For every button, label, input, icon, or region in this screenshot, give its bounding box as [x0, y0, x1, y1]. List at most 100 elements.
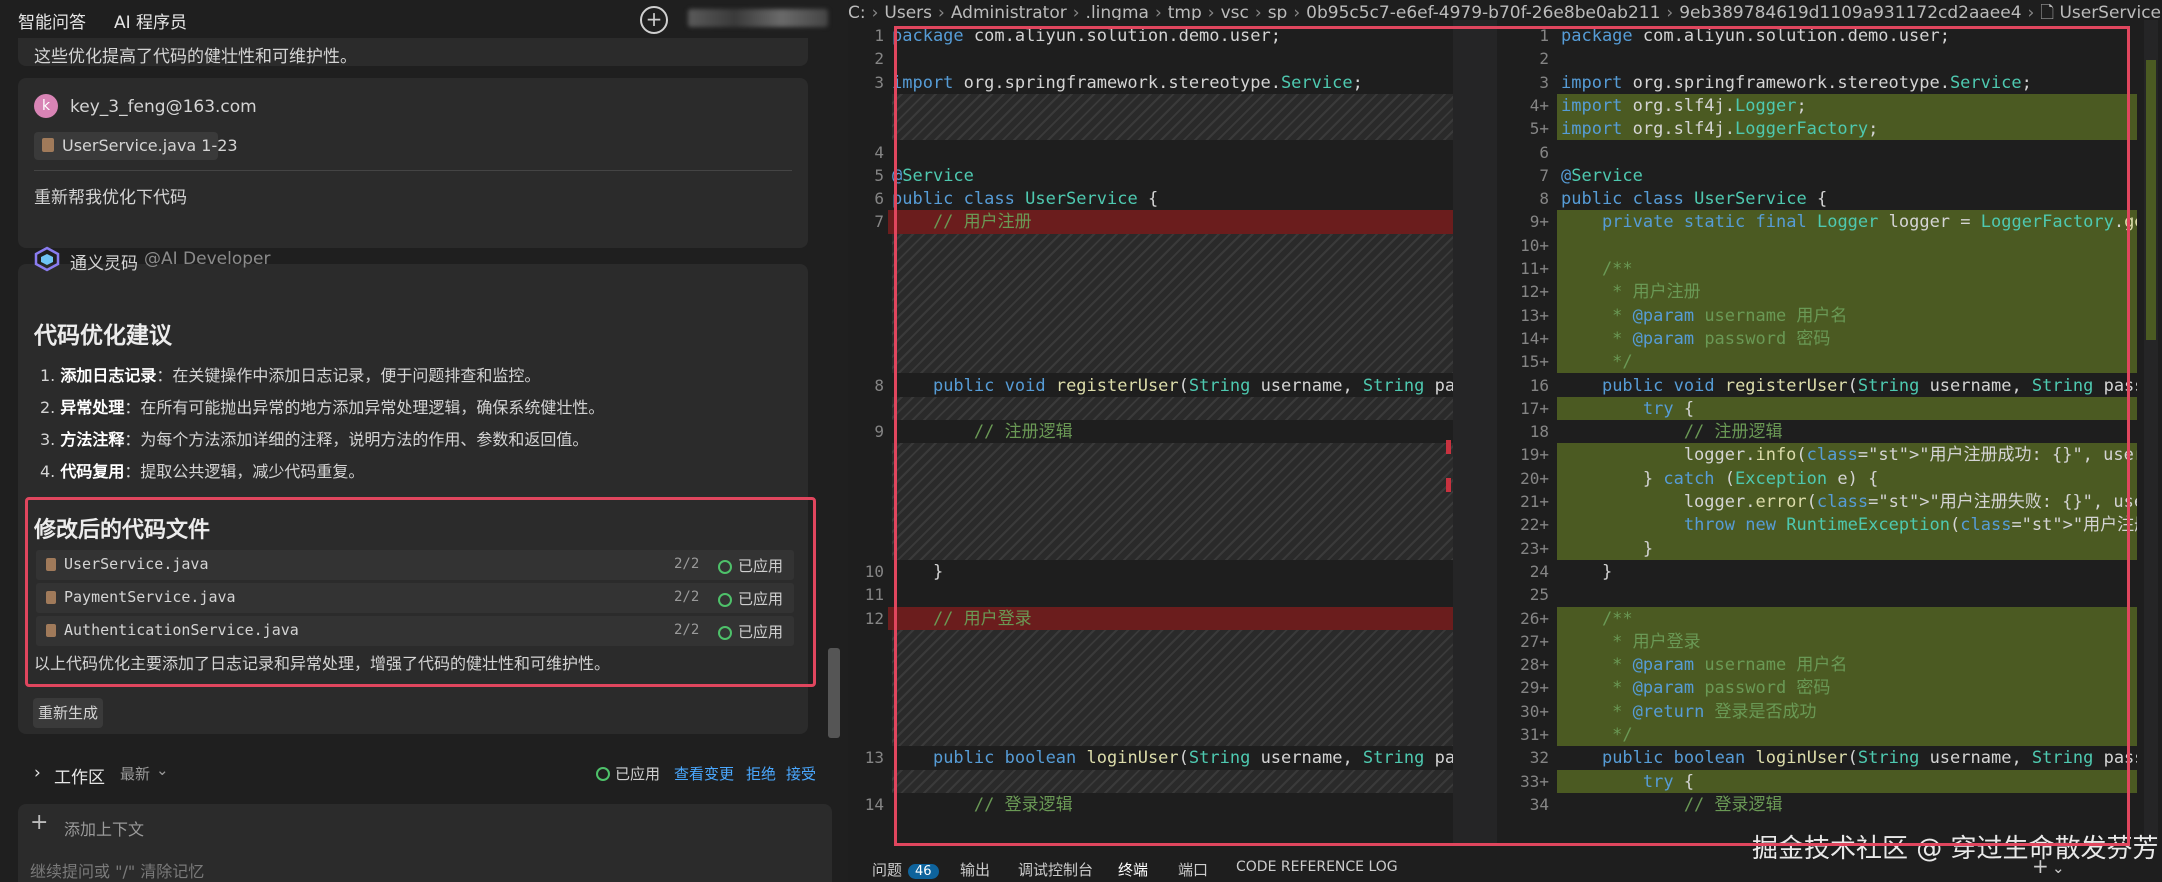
breadcrumb: C: › Users › Administrator › .lingma › tmp › vsc › s…: [848, 0, 2162, 20]
code-line: // 登录逻辑: [892, 794, 1073, 815]
code-line: /**: [1561, 259, 1633, 279]
line-number: 16: [1529, 375, 1549, 395]
chat-panel: 智能问答 AI 程序员 + 这些优化提高了代码的健壮性和可维护性。 k key_…: [0, 0, 848, 882]
previous-message-text: 这些优化提高了代码的健壮性和可维护性。: [34, 47, 357, 67]
scrollbar-thumb[interactable]: [2146, 60, 2156, 340]
tab-output[interactable]: 输出: [960, 859, 990, 880]
code-line: // 注册逻辑: [892, 422, 1073, 443]
code-line: }: [892, 561, 944, 582]
code-line: // 用户注册: [892, 212, 1032, 233]
line-number: 2: [1539, 49, 1549, 69]
line-number: 12: [864, 608, 884, 628]
file-reference-label: UserService.java 1-23: [62, 136, 238, 155]
tab-smart-qa[interactable]: 智能问答: [18, 8, 86, 33]
breadcrumb-item[interactable]: tmp: [1168, 3, 1202, 20]
blurred-user-info: [688, 9, 828, 27]
java-file-icon: [46, 591, 56, 604]
line-number: 8: [1539, 189, 1549, 209]
pane-divider[interactable]: [1453, 20, 1497, 846]
line-number: 5: [874, 165, 884, 185]
chat-input-box[interactable]: + 添加上下文 继续提问或 "/" 清除记忆: [18, 804, 832, 882]
line-number: 8: [874, 375, 884, 395]
assistant-name: 通义灵码: [70, 254, 138, 274]
line-number: 10: [864, 561, 884, 581]
breadcrumb-item[interactable]: 0b95c5c7-e6ef-4979-b70f-26e8be0ab211: [1306, 3, 1660, 20]
line-number: 4: [874, 142, 884, 162]
breadcrumb-item[interactable]: 9eb389784619d1109a931172cd2aaee4: [1679, 3, 2021, 20]
diff-filler: [892, 769, 1453, 793]
line-number: 6: [1539, 142, 1549, 162]
code-line: try {: [1642, 398, 1695, 419]
breadcrumb-item[interactable]: .lingma: [1086, 3, 1149, 20]
diff-editor: C: › Users › Administrator › .lingma › tmp › vsc › s…: [848, 0, 2162, 882]
code-line: @Service: [1561, 165, 1643, 186]
sort-dropdown[interactable]: 最新: [120, 763, 150, 784]
tab-problems[interactable]: 问题 46: [872, 859, 939, 880]
code-line: /**: [1561, 608, 1633, 629]
modified-pane[interactable]: 1 package com.aliyun.solution.demo.user; 2…: [1497, 20, 2137, 846]
suggestion-item: 2. 异常处理：在所有可能抛出异常的地方添加异常处理逻辑，确保系统健壮性。: [40, 398, 605, 417]
original-pane[interactable]: 1 package com.aliyun.solution.demo.user; 2…: [848, 20, 1453, 846]
chat-scrollbar[interactable]: [828, 648, 840, 738]
modified-file-row[interactable]: UserService.java 2/2 已应用: [36, 550, 794, 580]
tab-terminal[interactable]: 终端: [1118, 859, 1148, 880]
tab-debug-console[interactable]: 调试控制台: [1018, 859, 1093, 880]
divider: [34, 170, 792, 171]
line-number: 1: [874, 26, 884, 45]
java-file-icon: [42, 138, 54, 152]
line-number: 27+: [1520, 631, 1549, 651]
accept-link[interactable]: 接受: [786, 763, 816, 784]
modified-file-row[interactable]: AuthenticationService.java 2/2 已应用: [36, 616, 794, 646]
line-number: 14+: [1520, 328, 1549, 348]
new-chat-icon[interactable]: +: [640, 6, 668, 34]
tab-ai-programmer[interactable]: AI 程序员: [114, 8, 187, 33]
breadcrumb-item[interactable]: sp: [1268, 3, 1288, 20]
diff-filler: [892, 233, 1453, 374]
check-circle-icon: [596, 767, 610, 781]
chevron-right-icon[interactable]: ›: [34, 763, 41, 783]
file-name: UserService.java: [64, 555, 209, 573]
user-message-text: 重新帮我优化下代码: [34, 188, 187, 208]
line-number: 3: [874, 72, 884, 92]
code-line: public boolean loginUser(String username…: [1601, 748, 2137, 769]
check-circle-icon: [718, 593, 732, 607]
reject-link[interactable]: 拒绝: [746, 763, 776, 784]
tab-ports[interactable]: 端口: [1178, 859, 1208, 880]
check-circle-icon: [718, 626, 732, 640]
workspace-label[interactable]: 工作区: [54, 763, 105, 788]
breadcrumb-item[interactable]: C:: [848, 3, 866, 20]
chevron-down-icon[interactable]: ⌄: [156, 761, 169, 779]
plus-icon[interactable]: +: [30, 810, 48, 835]
line-number: 23+: [1520, 538, 1549, 558]
breadcrumb-item[interactable]: Users: [884, 3, 932, 20]
check-circle-icon: [718, 560, 732, 574]
code-line: package com.aliyun.solution.demo.user;: [892, 26, 1281, 46]
code-line: public boolean loginUser(String username…: [932, 748, 1453, 769]
modified-file-row[interactable]: PaymentService.java 2/2 已应用: [36, 583, 794, 613]
line-number: 31+: [1520, 725, 1549, 744]
suggestion-item: 3. 方法注释：为每个方法添加详细的注释，说明方法的作用、参数和返回值。: [40, 430, 589, 449]
section-title-modified-files: 修改后的代码文件: [34, 518, 211, 543]
line-number: 12+: [1520, 282, 1549, 302]
breadcrumb-item[interactable]: Administrator: [951, 3, 1067, 20]
file-reference-chip[interactable]: UserService.java 1-23: [34, 132, 238, 160]
code-line: import org.springframework.stereotype.Se…: [1561, 72, 2032, 93]
code-line: * @param password 密码: [1561, 328, 1831, 349]
overview-marker: [1446, 478, 1451, 492]
tab-code-reference-log[interactable]: CODE REFERENCE LOG: [1236, 859, 1398, 875]
regenerate-button[interactable]: 重新生成: [33, 698, 103, 728]
change-count: 2/2: [674, 589, 700, 605]
code-line: // 用户登录: [892, 608, 1032, 629]
file-icon: 🗋: [2040, 3, 2055, 20]
problems-count-badge: 46: [908, 864, 939, 879]
breadcrumb-item[interactable]: vsc: [1221, 3, 1249, 20]
code-line: package com.aliyun.solution.demo.user;: [1561, 26, 1950, 46]
view-changes-link[interactable]: 查看变更: [674, 763, 734, 784]
chat-input-placeholder[interactable]: 继续提问或 "/" 清除记忆: [30, 858, 204, 882]
add-context-button[interactable]: 添加上下文: [64, 816, 144, 840]
breadcrumb-item[interactable]: UserService.java: [2059, 3, 2162, 20]
line-number: 3: [1539, 72, 1549, 92]
added-line-highlight: [1557, 350, 2137, 374]
chat-scroll-area[interactable]: 这些优化提高了代码的健壮性和可维护性。 k key_3_feng@163.com…: [0, 38, 848, 748]
code-line: */: [1561, 725, 1633, 745]
